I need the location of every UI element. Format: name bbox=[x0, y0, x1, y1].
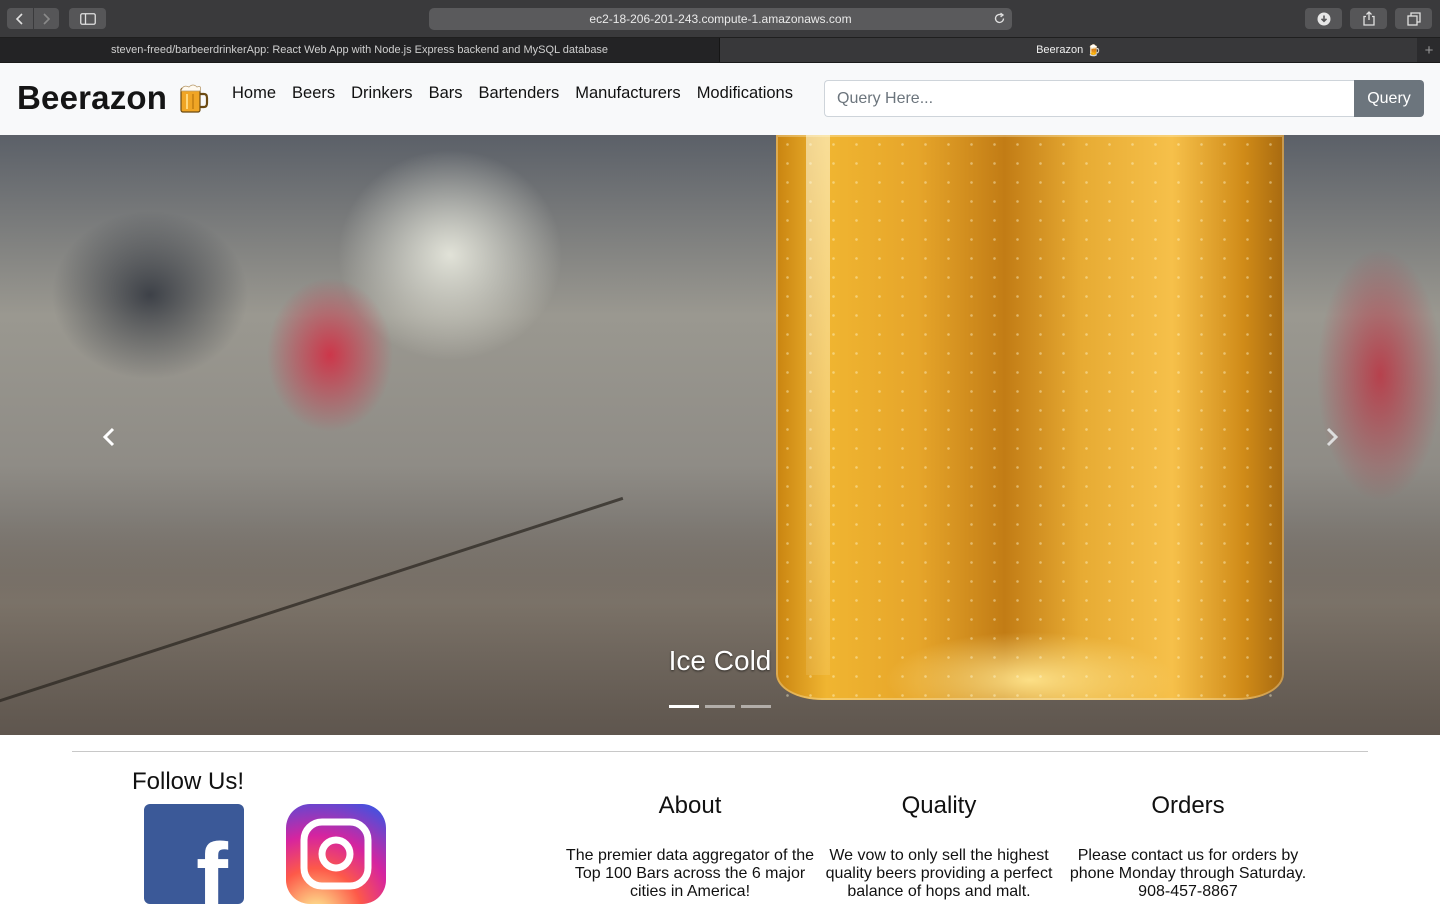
sidebar-icon bbox=[79, 12, 96, 25]
tab-bar: steven-freed/barbeerdrinkerApp: React We… bbox=[0, 38, 1440, 63]
nav-link-drinkers[interactable]: Drinkers bbox=[343, 84, 420, 103]
footer-divider bbox=[72, 751, 1368, 752]
footer-orders: Orders Please contact us for orders by p… bbox=[1063, 790, 1313, 901]
nav-link-manufacturers[interactable]: Manufacturers bbox=[567, 84, 688, 103]
nav-link-beers[interactable]: Beers bbox=[284, 84, 343, 103]
tab-github[interactable]: steven-freed/barbeerdrinkerApp: React We… bbox=[0, 38, 720, 62]
instagram-link[interactable] bbox=[286, 804, 386, 904]
sidebar-toggle-button[interactable] bbox=[69, 8, 106, 29]
tab-title: steven-freed/barbeerdrinkerApp: React We… bbox=[110, 44, 609, 56]
chevron-left-icon bbox=[15, 12, 23, 25]
tab-title: Beerazon bbox=[1036, 44, 1084, 56]
carousel-indicator[interactable] bbox=[705, 705, 735, 708]
site-navbar: Beerazon Home Beers Drinkers Bars Barten… bbox=[0, 63, 1440, 135]
history-nav bbox=[7, 8, 59, 29]
chevron-right-icon bbox=[1326, 427, 1339, 447]
nav-link-home[interactable]: Home bbox=[224, 84, 284, 103]
brand-name: Beerazon bbox=[17, 79, 168, 116]
share-icon bbox=[1362, 11, 1375, 26]
nav-link-bars[interactable]: Bars bbox=[421, 84, 471, 103]
carousel-prev-button[interactable] bbox=[94, 422, 124, 452]
quality-text: We vow to only sell the highest quality … bbox=[825, 847, 1053, 900]
carousel-indicators bbox=[669, 705, 777, 709]
nav-links: Home Beers Drinkers Bars Bartenders Manu… bbox=[224, 81, 801, 105]
carousel-indicator[interactable] bbox=[741, 705, 771, 708]
slide-caption: Ice Cold bbox=[668, 645, 772, 676]
download-icon bbox=[1317, 12, 1330, 25]
beer-mug-icon: 🍺 bbox=[1087, 44, 1101, 57]
address-bar[interactable]: ec2-18-206-201-243.compute-1.amazonaws.c… bbox=[429, 8, 1012, 30]
facebook-icon: f bbox=[196, 824, 228, 904]
about-text: The premier data aggregator of the Top 1… bbox=[565, 847, 815, 900]
url-text: ec2-18-206-201-243.compute-1.amazonaws.c… bbox=[589, 12, 852, 26]
back-button[interactable] bbox=[7, 8, 33, 29]
tabs-icon bbox=[1406, 11, 1421, 26]
orders-text: Please contact us for orders by phone Mo… bbox=[1069, 847, 1307, 900]
tab-beerazon[interactable]: Beerazon 🍺 bbox=[720, 38, 1417, 62]
orders-heading: Orders bbox=[1151, 792, 1225, 819]
quality-heading: Quality bbox=[901, 792, 977, 819]
nav-link-bartenders[interactable]: Bartenders bbox=[471, 84, 568, 103]
chevron-right-icon bbox=[43, 12, 51, 25]
slide-image-beer-glass bbox=[776, 135, 1284, 700]
query-button[interactable]: Query bbox=[1354, 80, 1424, 117]
chevron-left-icon bbox=[102, 427, 115, 447]
carousel-indicator[interactable] bbox=[669, 705, 699, 708]
nav-link-modifications[interactable]: Modifications bbox=[689, 84, 801, 103]
hero-carousel: Ice Cold bbox=[0, 135, 1440, 735]
footer-quality: Quality We vow to only sell the highest … bbox=[814, 790, 1064, 901]
glass-shine bbox=[806, 135, 830, 675]
facebook-link[interactable]: f bbox=[144, 804, 244, 904]
plus-icon: + bbox=[1424, 41, 1434, 59]
new-tab-button[interactable]: + bbox=[1418, 38, 1440, 62]
beer-mug-icon bbox=[180, 84, 209, 113]
share-button[interactable] bbox=[1350, 8, 1387, 29]
forward-button[interactable] bbox=[32, 8, 60, 29]
tab-overview-button[interactable] bbox=[1395, 8, 1432, 29]
instagram-icon bbox=[300, 818, 372, 890]
downloads-button[interactable] bbox=[1305, 8, 1342, 29]
beer-bubbles bbox=[776, 135, 1284, 700]
reload-icon[interactable] bbox=[993, 12, 1006, 25]
footer-about: About The premier data aggregator of the… bbox=[565, 790, 815, 901]
follow-us-heading: Follow Us! bbox=[132, 768, 245, 795]
browser-toolbar: ec2-18-206-201-243.compute-1.amazonaws.c… bbox=[0, 0, 1440, 38]
brand[interactable]: Beerazon bbox=[17, 78, 209, 118]
carousel-next-button[interactable] bbox=[1317, 422, 1347, 452]
query-input[interactable] bbox=[824, 80, 1354, 117]
about-heading: About bbox=[658, 792, 722, 819]
